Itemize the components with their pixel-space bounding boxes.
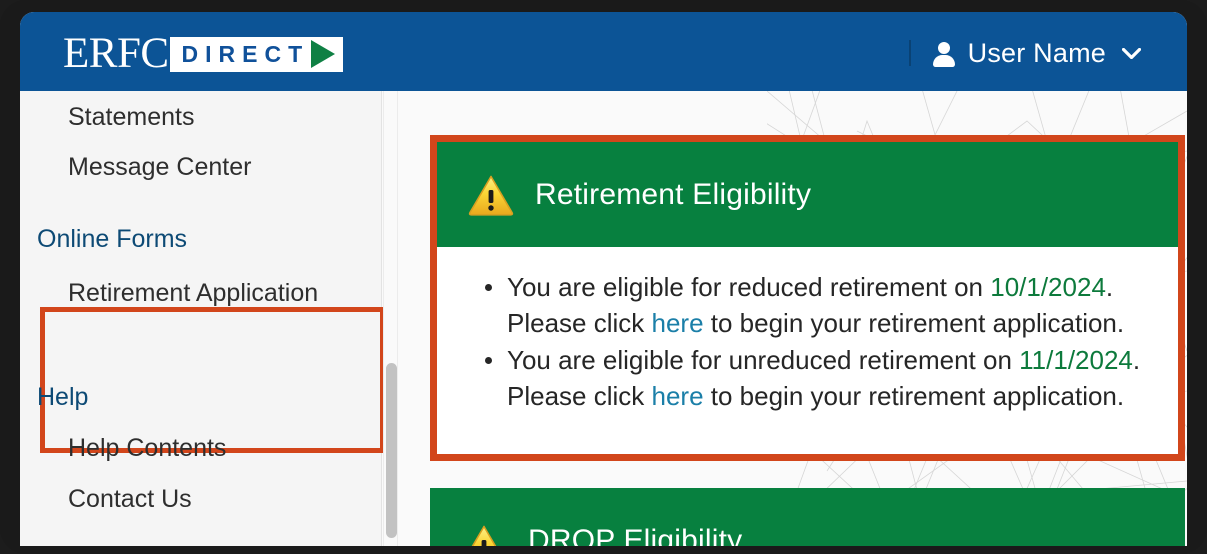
bullet-2-text-after: .: [1132, 345, 1141, 375]
drop-eligibility-card-header: DROP Eligibility: [430, 488, 1185, 546]
retirement-eligibility-card-body: You are eligible for reduced retirement …: [437, 247, 1178, 414]
brand-direct-text: DIRECT: [181, 40, 310, 67]
retirement-eligibility-card-header: Retirement Eligibility: [437, 142, 1178, 247]
header-divider: [908, 40, 911, 66]
eligibility-bullet-list: You are eligible for reduced retirement …: [437, 269, 1178, 414]
bullet-2-date: 11/1/2024: [1019, 345, 1133, 375]
retirement-eligibility-card: Retirement Eligibility You are eligible …: [437, 142, 1178, 454]
retirement-application-link-1[interactable]: here: [652, 308, 704, 338]
body-area: Statements Message Center Online Forms R…: [20, 91, 1187, 546]
sidebar-group-help[interactable]: Help: [20, 383, 88, 412]
brand-erfc-text: ERFC: [63, 30, 169, 77]
list-item: You are eligible for reduced retirement …: [485, 269, 1158, 341]
bullet-2-text-before: You are eligible for unreduced retiremen…: [507, 345, 1020, 375]
bullet-2-line2-after: to begin your retirement application.: [703, 381, 1125, 411]
brand-direct-box: DIRECT: [169, 36, 344, 72]
list-item: You are eligible for unreduced retiremen…: [485, 342, 1158, 414]
user-name-label: User Name: [967, 37, 1106, 68]
online-forms-highlight-box: [40, 307, 385, 453]
sidebar-group-online-forms[interactable]: Online Forms: [20, 225, 187, 254]
warning-triangle-icon: [468, 175, 514, 216]
bullet-1-line2-before: Please click: [507, 308, 652, 338]
drop-eligibility-title: DROP Eligibility: [528, 524, 743, 546]
bullet-1-line2-after: to begin your retirement application.: [703, 308, 1125, 338]
app-window: ERFC DIRECT User Name Statements Message…: [20, 12, 1187, 546]
sidebar-scrollbar-thumb[interactable]: [386, 363, 397, 538]
bullet-1-text-before: You are eligible for reduced retirement …: [507, 272, 991, 302]
chevron-down-icon[interactable]: [1122, 47, 1141, 59]
bullet-2-line2-before: Please click: [507, 381, 652, 411]
sidebar-item-message-center[interactable]: Message Center: [20, 153, 251, 182]
sidebar-item-contact-us[interactable]: Contact Us: [20, 485, 192, 514]
top-header: ERFC DIRECT User Name: [20, 12, 1187, 91]
brand-logo[interactable]: ERFC DIRECT: [63, 30, 344, 77]
sidebar-scroll-pane: Statements Message Center Online Forms R…: [20, 91, 398, 546]
green-play-triangle-icon: [311, 40, 336, 68]
warning-triangle-icon: [471, 525, 497, 546]
sidebar-item-retirement-application[interactable]: Retirement Application: [20, 276, 320, 311]
sidebar-item-help-contents[interactable]: Help Contents: [20, 434, 226, 463]
retirement-application-link-2[interactable]: here: [652, 381, 704, 411]
sidebar-scrollbar[interactable]: [383, 91, 398, 546]
bullet-1-date: 10/1/2024: [990, 272, 1106, 302]
main-content: Retirement Eligibility You are eligible …: [402, 91, 1187, 546]
retirement-eligibility-title: Retirement Eligibility: [535, 177, 812, 211]
sidebar-item-statements[interactable]: Statements: [20, 103, 194, 132]
retirement-eligibility-highlight-box: Retirement Eligibility You are eligible …: [430, 135, 1185, 461]
person-icon: [932, 41, 955, 67]
device-frame: ERFC DIRECT User Name Statements Message…: [0, 0, 1207, 554]
bullet-1-text-after: .: [1105, 272, 1114, 302]
drop-eligibility-card: DROP Eligibility: [430, 488, 1185, 546]
user-menu[interactable]: User Name: [908, 36, 1141, 70]
sidebar: Statements Message Center Online Forms R…: [20, 91, 398, 546]
